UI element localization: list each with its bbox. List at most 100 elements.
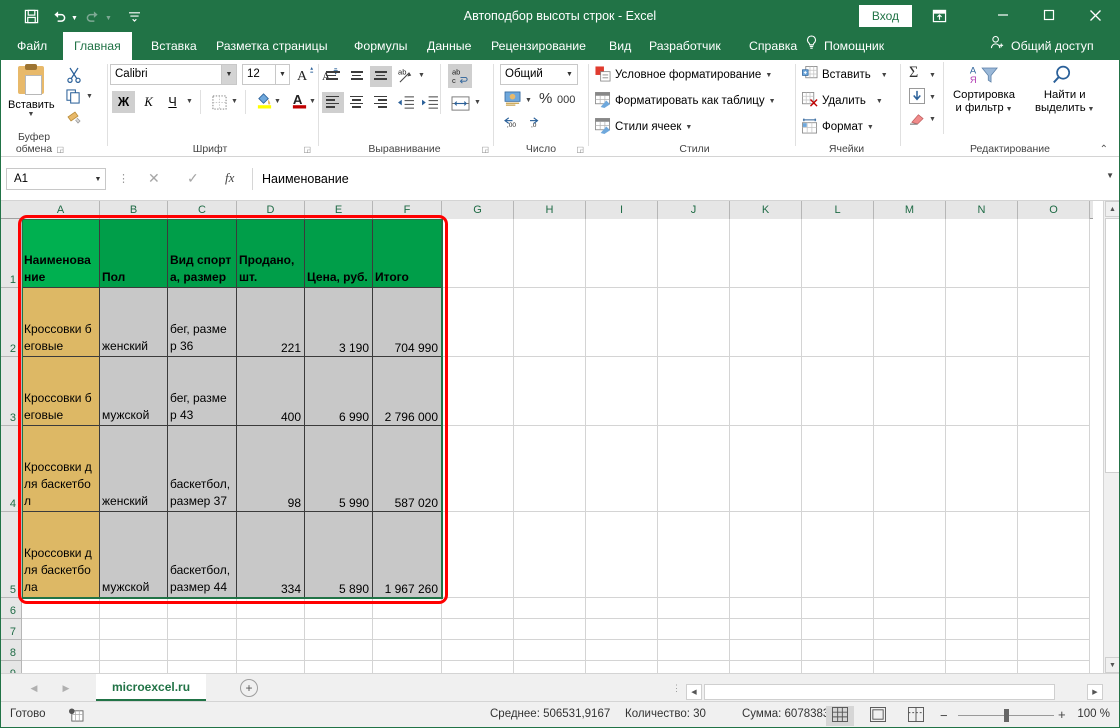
cell-F1[interactable]: Итого bbox=[373, 219, 442, 288]
cell-K2[interactable] bbox=[730, 288, 802, 357]
sort-filter-button[interactable]: AЯ Сортировка и фильтр ▼ bbox=[953, 64, 1015, 116]
sign-in-button[interactable]: Вход bbox=[859, 5, 912, 27]
column-header-H[interactable]: H bbox=[514, 201, 586, 219]
close-button[interactable] bbox=[1072, 0, 1118, 30]
tab-review[interactable]: Рецензирование bbox=[480, 32, 597, 60]
tab-formulas[interactable]: Формулы bbox=[343, 32, 419, 60]
cell-J7[interactable] bbox=[658, 619, 730, 640]
number-format-dropdown-icon[interactable]: ▼ bbox=[562, 64, 578, 85]
cell-O4[interactable] bbox=[1018, 426, 1090, 512]
cell-B3[interactable]: мужской bbox=[100, 357, 168, 426]
delete-cells-button[interactable]: Удалить ▼ bbox=[802, 90, 883, 112]
cell-N9[interactable] bbox=[946, 661, 1018, 673]
expand-formula-bar-icon[interactable]: ▼ bbox=[1106, 171, 1114, 180]
cell-L4[interactable] bbox=[802, 426, 874, 512]
column-header-E[interactable]: E bbox=[305, 201, 373, 219]
cell-O6[interactable] bbox=[1018, 598, 1090, 619]
cell-O3[interactable] bbox=[1018, 357, 1090, 426]
cell-I2[interactable] bbox=[586, 288, 658, 357]
column-header-L[interactable]: L bbox=[802, 201, 874, 219]
ab-orientation-icon[interactable]: ab bbox=[396, 65, 418, 86]
clear-dropdown-icon[interactable]: ▼ bbox=[929, 116, 936, 123]
cell-E6[interactable] bbox=[305, 598, 373, 619]
cell-H6[interactable] bbox=[514, 598, 586, 619]
wrap-text-icon[interactable]: abc bbox=[448, 64, 472, 88]
cell-K8[interactable] bbox=[730, 640, 802, 661]
ribbon-display-options-icon[interactable] bbox=[924, 4, 954, 28]
cell-C3[interactable]: бег, размер 43 bbox=[168, 357, 237, 426]
cell-L8[interactable] bbox=[802, 640, 874, 661]
cell-J1[interactable] bbox=[658, 219, 730, 288]
cell-I8[interactable] bbox=[586, 640, 658, 661]
cell-A3[interactable]: Кроссовки беговые bbox=[22, 357, 100, 426]
cell-B5[interactable]: мужской bbox=[100, 512, 168, 598]
tab-insert[interactable]: Вставка bbox=[140, 32, 208, 60]
cell-J3[interactable] bbox=[658, 357, 730, 426]
cell-M6[interactable] bbox=[874, 598, 946, 619]
collapse-ribbon-icon[interactable]: ⌃ bbox=[1100, 144, 1108, 155]
decrease-indent-icon[interactable] bbox=[395, 92, 417, 113]
cell-M4[interactable] bbox=[874, 426, 946, 512]
tab-file[interactable]: Файл bbox=[6, 32, 58, 60]
cell-I9[interactable] bbox=[586, 661, 658, 673]
cell-I5[interactable] bbox=[586, 512, 658, 598]
cancel-entry-icon[interactable]: ✕ bbox=[148, 170, 160, 187]
cell-N2[interactable] bbox=[946, 288, 1018, 357]
tab-help[interactable]: Справка bbox=[738, 32, 808, 60]
cell-C1[interactable]: Вид спорта, размер bbox=[168, 219, 237, 288]
scroll-up-icon[interactable]: ▲ bbox=[1105, 201, 1120, 217]
autosum-dropdown-icon[interactable]: ▼ bbox=[929, 72, 936, 79]
cell-F7[interactable] bbox=[373, 619, 442, 640]
row-header-5[interactable]: 5 bbox=[0, 512, 22, 598]
zoom-slider-thumb[interactable] bbox=[1004, 709, 1009, 722]
align-center-button[interactable] bbox=[346, 92, 368, 113]
horizontal-scroll-thumb[interactable] bbox=[704, 684, 1055, 700]
column-header-G[interactable]: G bbox=[442, 201, 514, 219]
cell-H4[interactable] bbox=[514, 426, 586, 512]
cell-H7[interactable] bbox=[514, 619, 586, 640]
cell-B4[interactable]: женский bbox=[100, 426, 168, 512]
insert-function-icon[interactable]: fx bbox=[225, 170, 234, 186]
decrease-decimal-icon[interactable]: ,0 bbox=[528, 115, 547, 132]
fill-down-icon[interactable] bbox=[909, 88, 925, 106]
font-dialog-launcher[interactable]: ◲ bbox=[303, 145, 311, 154]
cell-D8[interactable] bbox=[237, 640, 305, 661]
cell-G5[interactable] bbox=[442, 512, 514, 598]
borders-dropdown-icon[interactable]: ▼ bbox=[231, 98, 238, 105]
copy-dropdown-icon[interactable]: ▼ bbox=[86, 93, 93, 100]
cell-I6[interactable] bbox=[586, 598, 658, 619]
cell-J2[interactable] bbox=[658, 288, 730, 357]
cell-L6[interactable] bbox=[802, 598, 874, 619]
cell-K5[interactable] bbox=[730, 512, 802, 598]
cell-N6[interactable] bbox=[946, 598, 1018, 619]
cell-M2[interactable] bbox=[874, 288, 946, 357]
cell-O2[interactable] bbox=[1018, 288, 1090, 357]
cell-D5[interactable]: 334 bbox=[237, 512, 305, 598]
cell-D3[interactable]: 400 bbox=[237, 357, 305, 426]
vertical-scroll-thumb[interactable] bbox=[1105, 218, 1120, 473]
cell-L1[interactable] bbox=[802, 219, 874, 288]
cell-F4[interactable]: 587 020 bbox=[373, 426, 442, 512]
cell-F3[interactable]: 2 796 000 bbox=[373, 357, 442, 426]
cell-K1[interactable] bbox=[730, 219, 802, 288]
cell-A2[interactable]: Кроссовки беговые bbox=[22, 288, 100, 357]
tab-developer[interactable]: Разработчик bbox=[638, 32, 732, 60]
page-layout-view-button[interactable] bbox=[864, 706, 892, 726]
column-header-M[interactable]: M bbox=[874, 201, 946, 219]
cell-B6[interactable] bbox=[100, 598, 168, 619]
scroll-right-icon[interactable]: ▶ bbox=[1087, 684, 1103, 700]
tab-data[interactable]: Данные bbox=[416, 32, 482, 60]
column-header-N[interactable]: N bbox=[946, 201, 1018, 219]
cell-H8[interactable] bbox=[514, 640, 586, 661]
row-header-6[interactable]: 6 bbox=[0, 598, 22, 619]
cell-K3[interactable] bbox=[730, 357, 802, 426]
tell-me-assistant[interactable]: Помощник bbox=[805, 32, 884, 60]
align-left-button[interactable] bbox=[322, 92, 344, 113]
cell-E2[interactable]: 3 190 bbox=[305, 288, 373, 357]
zoom-out-button[interactable]: − bbox=[940, 708, 948, 723]
column-header-J[interactable]: J bbox=[658, 201, 730, 219]
cell-F8[interactable] bbox=[373, 640, 442, 661]
cut-icon[interactable] bbox=[66, 67, 82, 85]
cell-C7[interactable] bbox=[168, 619, 237, 640]
cell-G2[interactable] bbox=[442, 288, 514, 357]
